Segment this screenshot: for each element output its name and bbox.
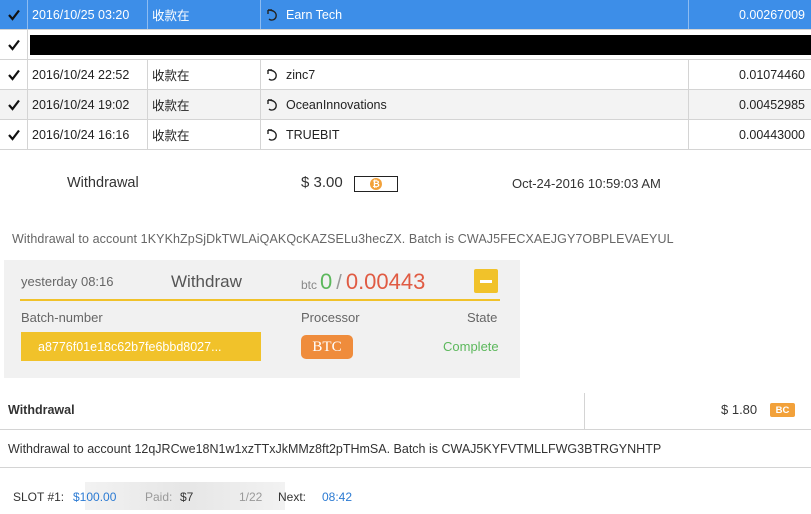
redacted-bar — [30, 35, 811, 55]
card-divider — [20, 299, 500, 301]
transaction-name: OceanInnovations — [286, 97, 387, 112]
transaction-name: TRUEBIT — [286, 127, 340, 142]
bitcoin-badge: ₿ — [354, 176, 398, 192]
card-amounts: btc 0 / 0.00443 — [301, 269, 425, 295]
withdrawal-label: Withdrawal — [8, 403, 75, 417]
transaction-name: zinc7 — [286, 67, 316, 82]
withdrawal-row: Withdrawal $ 1.80 BC — [0, 393, 811, 430]
processor-badge: BTC — [301, 335, 353, 359]
batch-number-pill[interactable]: a8776f01e18c62b7fe6bbd8027... — [21, 332, 261, 361]
column-divider — [584, 393, 585, 430]
processor-header: Processor — [301, 310, 360, 325]
next-label: Next: — [278, 490, 307, 504]
transaction-type: 收款在 — [148, 0, 261, 29]
received-amount: 0 — [320, 269, 333, 294]
transaction-date: 2016/10/25 03:20 — [28, 0, 148, 29]
card-title: Withdraw — [171, 272, 242, 291]
checkmark-icon — [0, 30, 28, 59]
collapse-button[interactable] — [474, 269, 498, 293]
bitcoin-cash-badge: BC — [770, 403, 795, 417]
withdrawal-note: Withdrawal to account 12qJRCwe18N1w1xzTT… — [0, 431, 811, 468]
state-value: Complete — [443, 339, 499, 354]
paid-value: $7 — [180, 490, 194, 504]
amount-separator: / — [336, 272, 342, 294]
withdrawal-row: Withdrawal $ 3.00 ₿ Oct-24-2016 10:59:03… — [0, 168, 811, 198]
total-amount: 0.00443 — [345, 269, 426, 294]
minus-icon — [480, 279, 492, 283]
transaction-amount: 0.00452985 — [738, 97, 805, 112]
transaction-type: 收款在 — [148, 60, 261, 89]
table-row[interactable]: 2016/10/25 03:20 收款在 Earn Tech 0.0026700… — [0, 0, 811, 30]
withdrawal-datetime: Oct-24-2016 10:59:03 AM — [512, 176, 661, 191]
paid-label: Paid: — [145, 490, 173, 504]
return-arrow-icon — [267, 68, 277, 81]
transaction-amount: 0.01074460 — [738, 67, 805, 82]
checkmark-icon — [0, 60, 28, 89]
transaction-date: 2016/10/24 16:16 — [28, 120, 148, 149]
slot-progress: 1/22 — [239, 490, 263, 504]
withdraw-card: yesterday 08:16 Withdraw btc 0 / 0.00443… — [4, 260, 520, 378]
table-row[interactable]: 2016/10/24 22:52 收款在 zinc7 0.01074460 — [0, 60, 811, 90]
withdrawal-amount: $ 1.80 — [721, 402, 758, 417]
withdrawal-amount: $ 3.00 — [301, 174, 343, 191]
slot-label: SLOT #1: — [13, 490, 65, 504]
card-time: yesterday 08:16 — [21, 274, 114, 289]
checkmark-icon — [0, 0, 28, 29]
transaction-amount: 0.00443000 — [738, 127, 805, 142]
withdrawal-label: Withdrawal — [67, 175, 139, 191]
transactions-table: 2016/10/25 03:20 收款在 Earn Tech 0.0026700… — [0, 0, 811, 150]
bitcoin-icon: ₿ — [370, 178, 382, 190]
table-row[interactable]: 2016/10/24 19:02 收款在 OceanInnovations 0.… — [0, 90, 811, 120]
return-arrow-icon — [267, 128, 277, 141]
transaction-amount: 0.00267009 — [738, 7, 805, 22]
checkmark-icon — [0, 120, 28, 149]
slot-status-bar: SLOT #1: $100.00 Paid: $7 1/22 Next: 08:… — [0, 482, 370, 510]
transaction-date: 2016/10/24 19:02 — [28, 90, 148, 119]
table-row[interactable] — [0, 30, 811, 60]
table-row[interactable]: 2016/10/24 16:16 收款在 TRUEBIT 0.00443000 — [0, 120, 811, 150]
withdrawal-note: Withdrawal to account 1KYKhZpSjDkTWLAiQA… — [12, 232, 674, 246]
transaction-type: 收款在 — [148, 90, 261, 119]
currency-label: btc — [301, 278, 318, 292]
slot-value: $100.00 — [73, 490, 117, 504]
checkmark-icon — [0, 90, 28, 119]
state-header: State — [467, 310, 498, 325]
return-arrow-icon — [267, 98, 277, 111]
transaction-type: 收款在 — [148, 120, 261, 149]
transaction-date: 2016/10/24 22:52 — [28, 60, 148, 89]
return-arrow-icon — [267, 8, 277, 21]
next-value: 08:42 — [322, 490, 353, 504]
batch-header: Batch-number — [21, 310, 103, 325]
transaction-name: Earn Tech — [286, 7, 343, 22]
